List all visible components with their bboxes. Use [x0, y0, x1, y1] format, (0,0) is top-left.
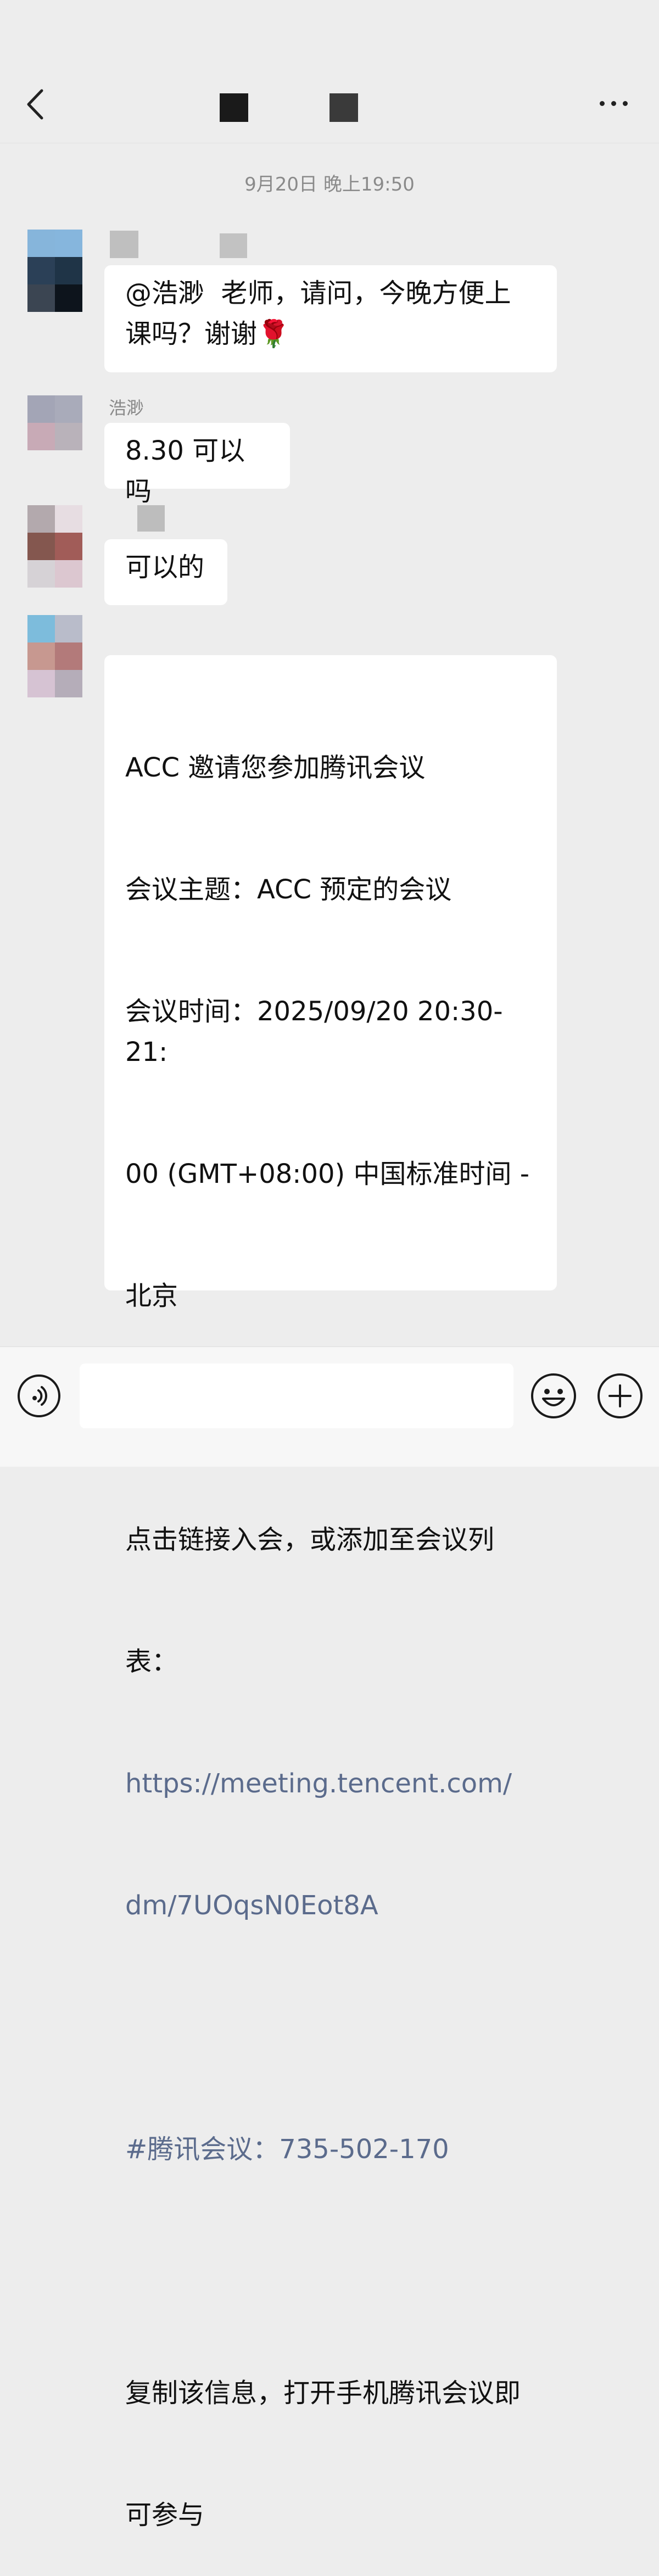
meeting-link[interactable]: dm/7UOqsN0Eot8A: [125, 1885, 536, 1926]
emoji-icon[interactable]: [530, 1372, 577, 1420]
meeting-invite-bubble[interactable]: ACC 邀请您参加腾讯会议 会议主题：ACC 预定的会议 会议时间：2025/0…: [104, 655, 557, 2530]
chevron-left-icon[interactable]: [22, 85, 49, 124]
sender-name-redacted: [110, 231, 138, 258]
avatar[interactable]: [27, 615, 82, 697]
avatar[interactable]: [27, 505, 82, 588]
message-bubble[interactable]: 可以的: [104, 539, 227, 605]
meeting-link[interactable]: https://meeting.tencent.com/: [125, 1763, 536, 1804]
invite-line: 北京: [125, 1281, 178, 1311]
invite-line: 表：: [125, 1646, 178, 1677]
next-timestamp-peek: [0, 1336, 659, 1346]
chat-header: [0, 0, 659, 143]
invite-line: 可参与: [125, 2500, 205, 2530]
message-input[interactable]: [80, 1364, 513, 1428]
redaction-block: [330, 93, 358, 122]
avatar[interactable]: [27, 395, 82, 478]
invite-line: 00 (GMT+08:00) 中国标准时间 -: [125, 1159, 530, 1189]
sender-name-redacted: [220, 233, 247, 258]
message-bubble[interactable]: 8.30 可以吗: [104, 423, 290, 507]
more-horizontal-icon[interactable]: [600, 98, 633, 109]
invite-line: 复制该信息，打开手机腾讯会议即: [125, 2378, 521, 2409]
message-bubble[interactable]: @浩渺 老师，请问，今晚方便上 课吗？谢谢🌹: [104, 265, 557, 372]
redaction-block: [220, 93, 248, 122]
sender-name: 浩渺: [109, 398, 144, 418]
plus-icon[interactable]: [596, 1372, 644, 1420]
chat-title-redacted: [220, 93, 362, 122]
sender-name-redacted: [137, 505, 165, 532]
input-bar: [0, 1346, 659, 1467]
voice-icon[interactable]: [16, 1373, 62, 1418]
invite-line: 会议时间：2025/09/20 20:30-21:: [125, 996, 503, 1068]
invite-line: ACC 邀请您参加腾讯会议: [125, 752, 426, 783]
invite-line: 点击链接入会，或添加至会议列: [125, 1524, 495, 1555]
invite-line: 会议主题：ACC 预定的会议: [125, 874, 452, 905]
meeting-id-link[interactable]: #腾讯会议：735-502-170: [125, 2129, 536, 2170]
message-timestamp: 9月20日 晚上19:50: [244, 174, 415, 195]
avatar[interactable]: [27, 230, 82, 312]
